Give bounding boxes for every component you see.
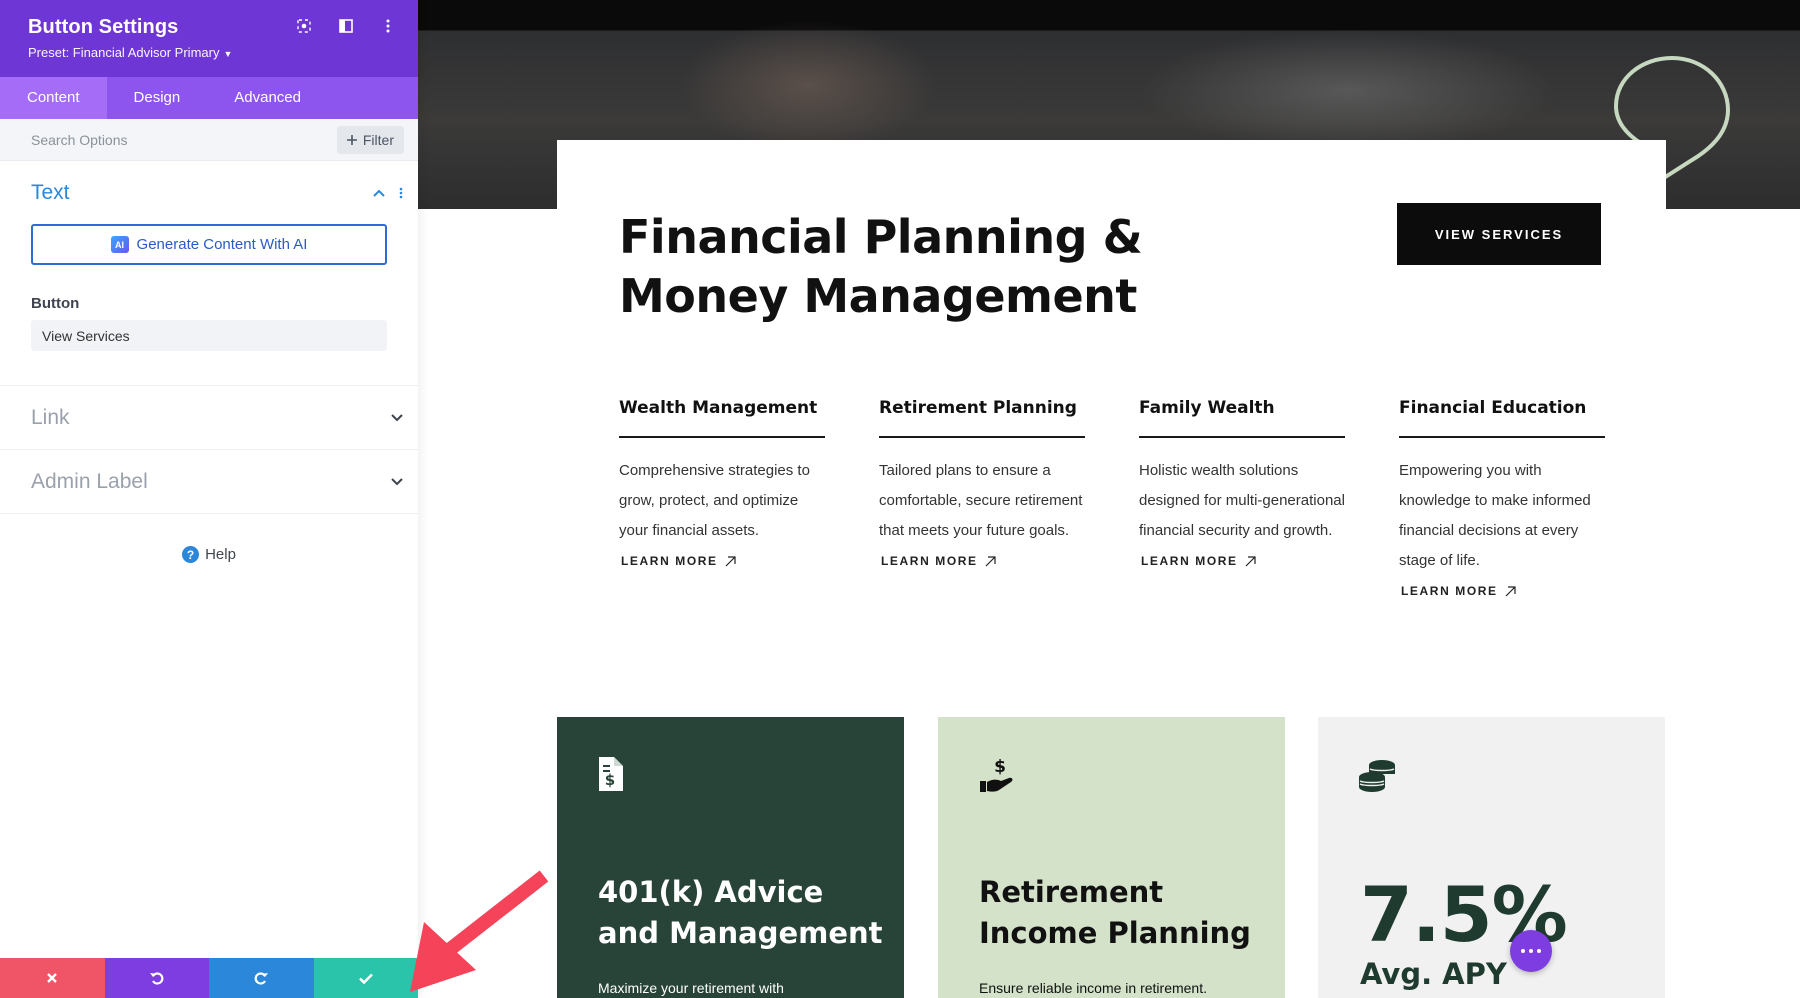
chevron-down-icon[interactable] [391, 413, 403, 422]
feature-card-retirement-income: $ Retirement Income Planning Ensure reli… [938, 717, 1285, 998]
redo-button[interactable] [209, 958, 314, 998]
button-text-field[interactable] [31, 320, 387, 351]
intro-card: Financial Planning & Money Management VI… [557, 140, 1666, 700]
help-label: Help [205, 546, 236, 563]
arrow-up-right-icon [985, 555, 996, 566]
arrow-up-right-icon [1505, 585, 1516, 596]
text-section-header[interactable]: Text [0, 161, 418, 224]
help-icon: ? [182, 546, 200, 563]
preset-selector[interactable]: Preset: Financial Advisor Primary ▼ [28, 45, 418, 60]
service-title: Wealth Management [619, 398, 825, 438]
learn-more-link[interactable]: LEARN MORE [879, 554, 1085, 568]
feature-text: Maximize your retirement with [598, 980, 784, 996]
feature-card-401k: $ 401(k) Advice and Management Maximize … [557, 717, 904, 998]
view-services-button[interactable]: VIEW SERVICES [1397, 203, 1601, 265]
settings-sidebar: Button Settings Preset: Financial Adviso… [0, 0, 418, 998]
arrow-up-right-icon [1245, 555, 1256, 566]
admin-label-section: Admin Label [0, 450, 418, 514]
settings-tabs: Content Design Advanced [0, 77, 418, 119]
generate-ai-label: Generate Content With AI [136, 236, 308, 253]
tab-content[interactable]: Content [0, 77, 107, 119]
button-field-label: Button [31, 295, 80, 312]
service-column: Retirement Planning Tailored plans to en… [879, 398, 1085, 568]
action-bar [0, 958, 418, 998]
service-title: Family Wealth [1139, 398, 1345, 438]
service-column: Family Wealth Holistic wealth solutions … [1139, 398, 1345, 568]
learn-more-link[interactable]: LEARN MORE [1399, 584, 1605, 598]
search-input[interactable] [31, 131, 291, 148]
feature-card-apy: 7.5% Avg. APY [1318, 717, 1665, 998]
service-description: Comprehensive strategies to grow, protec… [619, 462, 810, 539]
save-button[interactable] [313, 958, 418, 998]
link-section-header[interactable]: Link [0, 386, 418, 449]
chevron-up-icon[interactable] [373, 189, 385, 197]
apy-stat-label: Avg. APY [1360, 957, 1507, 991]
learn-more-link[interactable]: LEARN MORE [1139, 554, 1345, 568]
coins-icon [1359, 760, 1395, 792]
target-icon[interactable] [296, 18, 312, 34]
hero-blur-laptop [1138, 30, 1558, 150]
feature-title: Retirement Income Planning [979, 875, 1251, 950]
tab-advanced[interactable]: Advanced [207, 77, 328, 119]
service-description: Tailored plans to ensure a comfortable, … [879, 462, 1083, 539]
feature-text: Ensure reliable income in retirement. [979, 980, 1207, 996]
more-vertical-icon[interactable] [399, 187, 403, 199]
preset-label: Preset: Financial Advisor Primary [28, 45, 220, 60]
preset-caret-icon: ▼ [223, 49, 233, 59]
service-title: Retirement Planning [879, 398, 1085, 438]
service-title: Financial Education [1399, 398, 1605, 438]
learn-more-link[interactable]: LEARN MORE [619, 554, 825, 568]
learn-more-label: LEARN MORE [621, 554, 718, 568]
sidebar-header: Button Settings Preset: Financial Adviso… [0, 0, 418, 77]
ai-icon: AI [110, 236, 129, 253]
service-column: Financial Education Empowering you with … [1399, 398, 1605, 598]
admin-label-section-title: Admin Label [31, 469, 148, 493]
discard-button[interactable] [0, 958, 105, 998]
more-vertical-icon[interactable] [380, 18, 396, 34]
tab-design[interactable]: Design [107, 77, 208, 119]
text-section-title: Text [31, 180, 70, 204]
service-description: Empowering you with knowledge to make in… [1399, 462, 1591, 569]
hero-blur-hand [678, 20, 938, 150]
learn-more-label: LEARN MORE [1401, 584, 1498, 598]
filter-label: Filter [362, 131, 394, 148]
generate-ai-button[interactable]: AI Generate Content With AI [31, 224, 387, 265]
filter-button[interactable]: Filter [336, 125, 404, 154]
hand-dollar-icon: $ [980, 757, 1013, 792]
close-icon [47, 973, 58, 983]
help-link[interactable]: ? Help [0, 546, 418, 563]
svg-text:$: $ [605, 771, 615, 789]
undo-button[interactable] [104, 958, 209, 998]
search-bar: Filter [0, 119, 418, 161]
learn-more-label: LEARN MORE [1141, 554, 1238, 568]
plus-icon [346, 134, 357, 145]
service-column: Wealth Management Comprehensive strategi… [619, 398, 825, 568]
annotation-arrow [410, 870, 549, 992]
chevron-down-icon[interactable] [391, 477, 403, 486]
arrow-up-right-icon [725, 555, 736, 566]
undo-icon [149, 972, 164, 985]
check-icon [358, 973, 373, 984]
link-section: Link [0, 386, 418, 450]
svg-text:$: $ [994, 757, 1006, 777]
text-section: Text AI Generate Content With AI Button [0, 161, 418, 386]
layout-icon[interactable] [338, 18, 354, 34]
learn-more-label: LEARN MORE [881, 554, 978, 568]
admin-label-section-header[interactable]: Admin Label [0, 450, 418, 513]
service-description: Holistic wealth solutions designed for m… [1139, 462, 1345, 539]
feature-title: 401(k) Advice and Management [598, 875, 883, 950]
page-canvas: Financial Planning & Money Management VI… [418, 0, 1800, 998]
builder-more-button[interactable] [1510, 930, 1552, 972]
page-title: Financial Planning & Money Management [619, 210, 1143, 323]
redo-icon [254, 972, 269, 985]
document-dollar-icon: $ [599, 757, 623, 791]
link-section-title: Link [31, 405, 70, 429]
